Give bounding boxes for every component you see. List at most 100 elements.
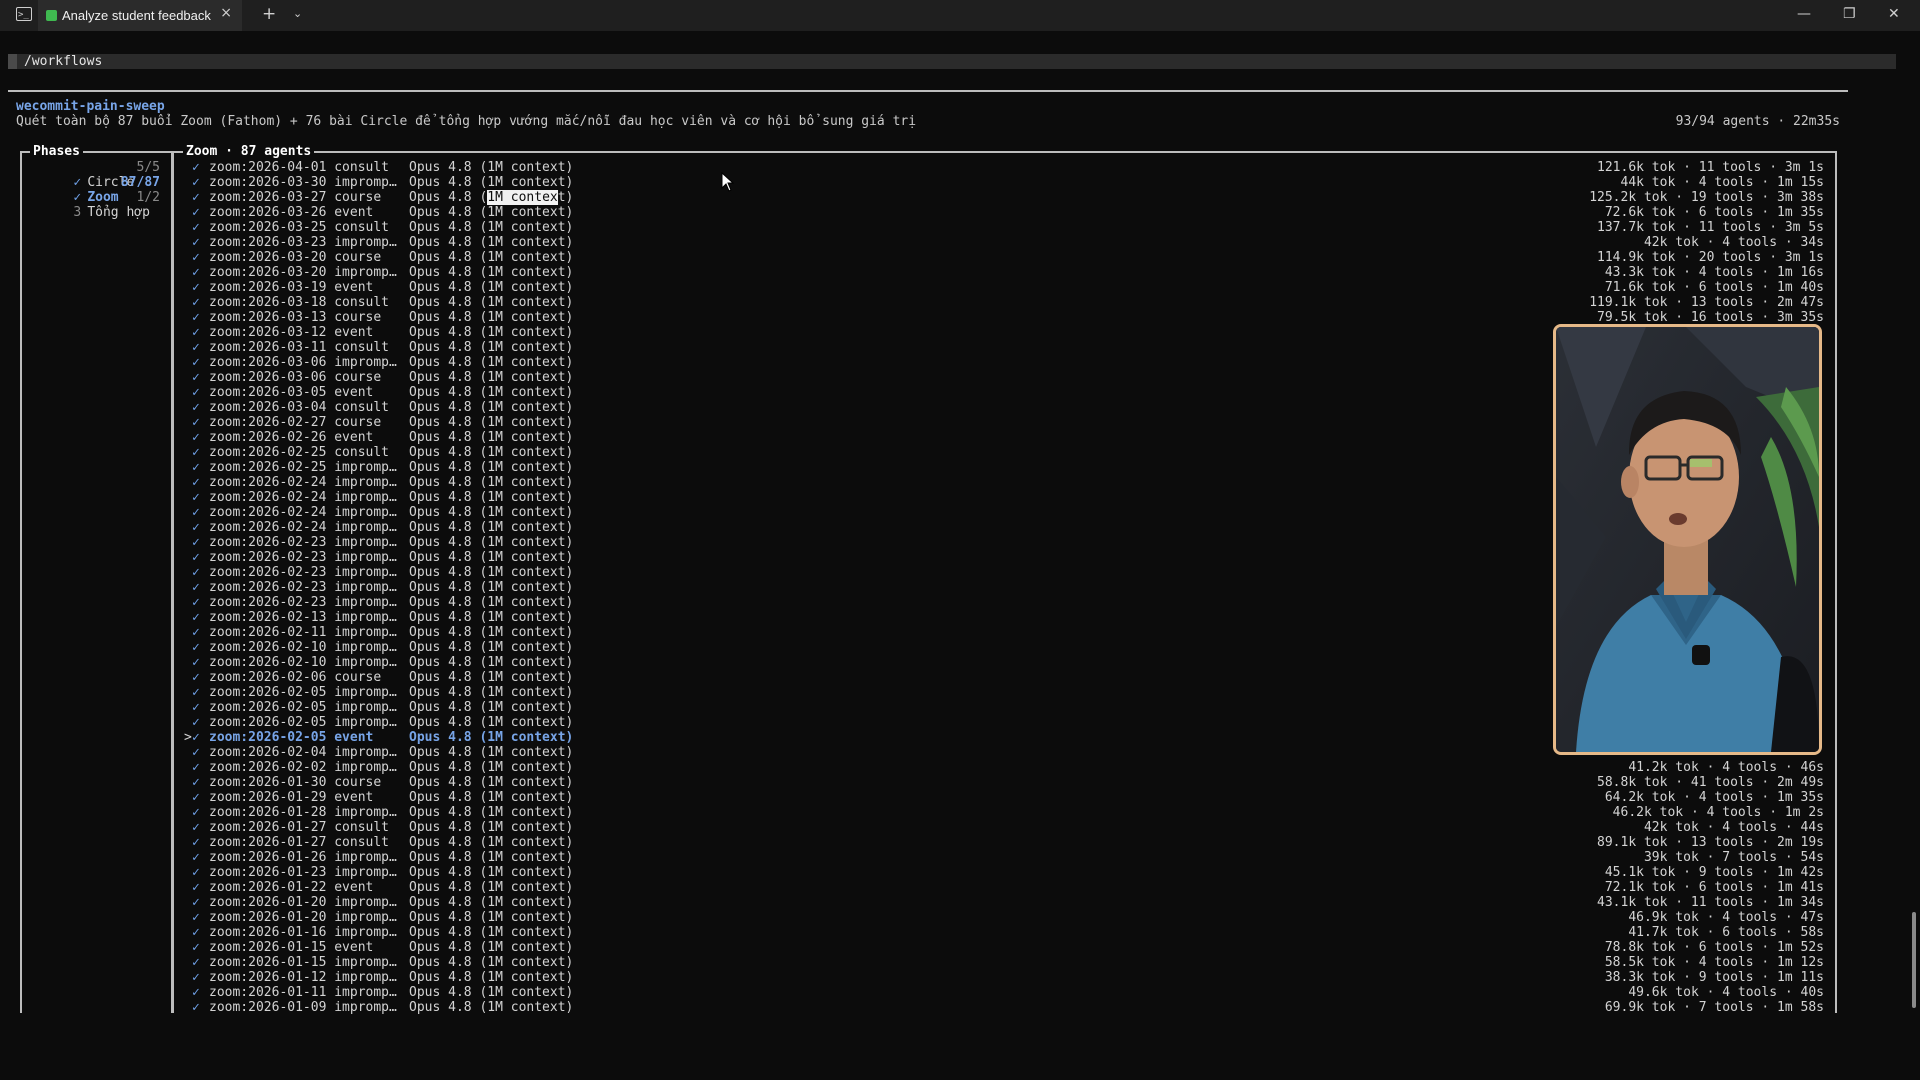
agent-name: zoom:2026-02-23 impromp… <box>209 535 397 550</box>
agent-row[interactable]: ✓ zoom:2026-01-27 consult Opus 4.8 (1M con… <box>174 820 1824 835</box>
agent-row[interactable]: ✓ zoom:2026-01-20 impromp… Opus 4.8 (1M co… <box>174 895 1824 910</box>
close-window-icon[interactable]: ✕ <box>1888 6 1900 22</box>
agent-model: Opus 4.8 (1M context) <box>409 925 574 940</box>
agent-model: Opus 4.8 (1M context) <box>409 835 574 850</box>
agent-name: zoom:2026-01-15 event <box>209 940 374 955</box>
agent-stats: 46.2k tok · 4 tools · 1m 2s <box>1612 805 1824 820</box>
agent-row[interactable]: ✓ zoom:2026-03-18 consult Opus 4.8 (1M con… <box>174 295 1824 310</box>
check-icon: ✓ <box>192 160 200 175</box>
agent-row[interactable]: ✓ zoom:2026-03-20 course Opus 4.8 (1M cont… <box>174 250 1824 265</box>
agent-model: Opus 4.8 (1M context) <box>409 295 574 310</box>
agent-row[interactable]: ✓ zoom:2026-03-19 event Opus 4.8 (1M conte… <box>174 280 1824 295</box>
agent-model: Opus 4.8 (1M context) <box>409 565 574 580</box>
agent-stats: 125.2k tok · 19 tools · 3m 38s <box>1589 190 1824 205</box>
tab-dropdown-icon[interactable]: ⌄ <box>293 7 302 20</box>
agent-row[interactable]: ✓ zoom:2026-03-25 consult Opus 4.8 (1M con… <box>174 220 1824 235</box>
text-selection-highlight[interactable]: 1M contex <box>487 190 558 205</box>
agent-row[interactable]: ✓ zoom:2026-01-11 impromp… Opus 4.8 (1M co… <box>174 985 1824 1000</box>
agent-name: zoom:2026-03-05 event <box>209 385 374 400</box>
agent-name: zoom:2026-01-12 impromp… <box>209 970 397 985</box>
agent-stats: 44k tok · 4 tools · 1m 15s <box>1620 175 1825 190</box>
agent-row[interactable]: ✓ zoom:2026-01-28 impromp… Opus 4.8 (1M co… <box>174 805 1824 820</box>
agent-row[interactable]: ✓ zoom:2026-01-15 impromp… Opus 4.8 (1M co… <box>174 955 1824 970</box>
agent-stats: 64.2k tok · 4 tools · 1m 35s <box>1604 790 1824 805</box>
agent-name: zoom:2026-01-27 consult <box>209 820 390 835</box>
agent-row[interactable]: ✓ zoom:2026-02-02 impromp… Opus 4.8 (1M co… <box>174 760 1824 775</box>
check-icon: ✓ <box>192 475 200 490</box>
phase-count: 87/87 <box>120 175 160 190</box>
agent-name: zoom:2026-02-13 impromp… <box>209 610 397 625</box>
agent-row[interactable]: ✓ zoom:2026-03-20 impromp… Opus 4.8 (1M co… <box>174 265 1824 280</box>
check-icon: ✓ <box>192 835 200 850</box>
agent-model: Opus 4.8 (1M context) <box>409 970 574 985</box>
agent-row[interactable]: ✓ zoom:2026-01-09 impromp… Opus 4.8 (1M co… <box>174 1000 1824 1015</box>
phase-tong-hop[interactable]: 3 Tổng hợp 1/2 <box>42 190 160 250</box>
check-icon: ✓ <box>192 685 200 700</box>
agent-name: zoom:2026-02-24 impromp… <box>209 505 397 520</box>
agent-model: Opus 4.8 (1M context) <box>409 625 574 640</box>
agent-name: zoom:2026-04-01 consult <box>209 160 390 175</box>
agent-name: zoom:2026-03-06 impromp… <box>209 355 397 370</box>
new-tab-icon[interactable]: + <box>262 4 276 24</box>
agent-row[interactable]: ✓ zoom:2026-01-20 impromp… Opus 4.8 (1M co… <box>174 910 1824 925</box>
header-divider <box>8 90 1848 92</box>
mouse-pointer-icon <box>721 172 735 192</box>
webcam-overlay <box>1553 324 1822 755</box>
agent-row[interactable]: ✓ zoom:2026-01-12 impromp… Opus 4.8 (1M co… <box>174 970 1824 985</box>
agent-model: Opus 4.8 (1M context) <box>409 700 574 715</box>
agent-name: zoom:2026-03-06 course <box>209 370 382 385</box>
agent-model: Opus 4.8 (1M context) <box>409 325 574 340</box>
agent-model: Opus 4.8 (1M context) <box>409 715 574 730</box>
agent-row[interactable]: ✓ zoom:2026-03-23 impromp… Opus 4.8 (1M co… <box>174 235 1824 250</box>
agent-name: zoom:2026-02-24 impromp… <box>209 520 397 535</box>
agent-row[interactable]: ✓ zoom:2026-04-01 consult Opus 4.8 (1M con… <box>174 160 1824 175</box>
agent-model: Opus 4.8 (1M context) <box>409 685 574 700</box>
tab-close-icon[interactable]: × <box>220 5 232 21</box>
workflow-description: Quét toàn bộ 87 buổi Zoom (Fathom) + 76 … <box>16 114 917 129</box>
agent-model: Opus 4.8 (1M context) <box>409 205 574 220</box>
maximize-icon[interactable]: ❐ <box>1843 6 1856 22</box>
scrollbar-thumb[interactable] <box>1912 912 1916 1008</box>
agent-row[interactable]: ✓ zoom:2026-01-30 course Opus 4.8 (1M cont… <box>174 775 1824 790</box>
agent-row[interactable]: ✓ zoom:2026-03-26 event Opus 4.8 (1M conte… <box>174 205 1824 220</box>
agent-stats: 58.8k tok · 41 tools · 2m 49s <box>1597 775 1824 790</box>
agent-model: Opus 4.8 (1M context) <box>409 460 574 475</box>
agent-row[interactable]: ✓ zoom:2026-01-27 consult Opus 4.8 (1M con… <box>174 835 1824 850</box>
check-icon: ✓ <box>192 880 200 895</box>
agent-row[interactable]: ✓ zoom:2026-01-26 impromp… Opus 4.8 (1M co… <box>174 850 1824 865</box>
agent-row[interactable]: ✓ zoom:2026-01-29 event Opus 4.8 (1M conte… <box>174 790 1824 805</box>
agent-row[interactable]: ✓ zoom:2026-03-13 course Opus 4.8 (1M cont… <box>174 310 1824 325</box>
check-icon: ✓ <box>192 940 200 955</box>
agent-model: Opus 4.8 (1M context) <box>409 805 574 820</box>
agent-row[interactable]: ✓ zoom:2026-03-27 course Opus 4.8 (1M cont… <box>174 190 1824 205</box>
agent-row[interactable]: ✓ zoom:2026-01-22 event Opus 4.8 (1M conte… <box>174 880 1824 895</box>
agent-row[interactable]: ✓ zoom:2026-03-30 impromp… Opus 4.8 (1M co… <box>174 175 1824 190</box>
agent-row[interactable]: ✓ zoom:2026-01-23 impromp… Opus 4.8 (1M co… <box>174 865 1824 880</box>
tab-title: Analyze student feedback <box>62 8 211 23</box>
agent-name: zoom:2026-03-20 impromp… <box>209 265 397 280</box>
check-icon: ✓ <box>192 730 200 745</box>
agent-name: zoom:2026-03-30 impromp… <box>209 175 397 190</box>
minimize-icon[interactable]: — <box>1797 6 1811 22</box>
check-icon: ✓ <box>192 445 200 460</box>
check-icon: ✓ <box>192 250 200 265</box>
check-icon: ✓ <box>192 715 200 730</box>
phase-label: Tổng hợp <box>87 205 150 220</box>
agent-row[interactable]: ✓ zoom:2026-01-15 event Opus 4.8 (1M conte… <box>174 940 1824 955</box>
agent-model: Opus 4.8 (1M context) <box>409 280 574 295</box>
agent-stats: 78.8k tok · 6 tools · 1m 52s <box>1604 940 1824 955</box>
check-icon: ✓ <box>192 775 200 790</box>
agent-stats: 79.5k tok · 16 tools · 3m 35s <box>1597 310 1824 325</box>
tab-analyze-student-feedback[interactable]: Analyze student feedback × <box>38 0 242 31</box>
agent-row[interactable]: ✓ zoom:2026-01-16 impromp… Opus 4.8 (1M co… <box>174 925 1824 940</box>
agent-name: zoom:2026-02-25 impromp… <box>209 460 397 475</box>
agent-model: Opus 4.8 (1M context) <box>409 505 574 520</box>
agent-name: zoom:2026-01-30 course <box>209 775 382 790</box>
agent-model: Opus 4.8 (1M context) <box>409 670 574 685</box>
check-icon: ✓ <box>192 895 200 910</box>
window-title-bar: >_ Analyze student feedback × + ⌄ — ❐ ✕ <box>0 0 1920 31</box>
agent-model: Opus 4.8 (1M context) <box>409 640 574 655</box>
agent-name: zoom:2026-01-29 event <box>209 790 374 805</box>
agent-model: Opus 4.8 (1M context) <box>409 235 574 250</box>
agent-name: zoom:2026-02-05 impromp… <box>209 715 397 730</box>
